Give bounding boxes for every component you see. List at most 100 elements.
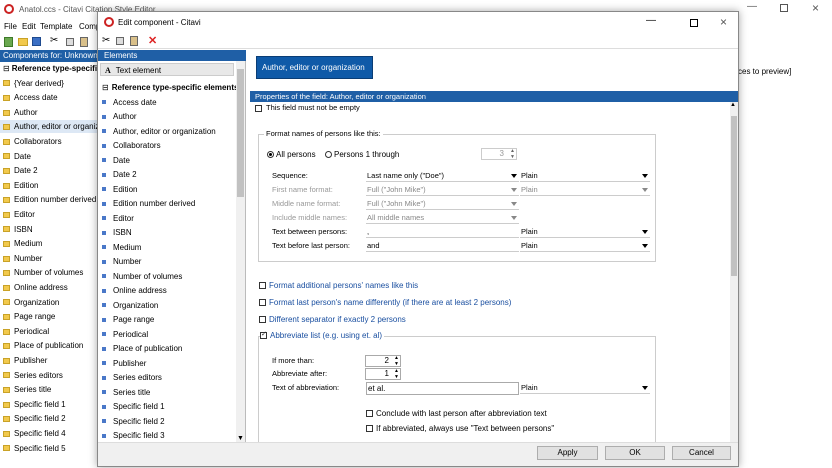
format-row-value-select[interactable]: Full ("John Mike") (366, 199, 519, 210)
copy-icon[interactable] (66, 38, 74, 46)
menu-file[interactable]: File (4, 22, 17, 31)
element-item[interactable]: Number of volumes (98, 270, 236, 283)
open-icon[interactable] (18, 38, 28, 46)
additional-persons-checkbox[interactable] (259, 282, 266, 290)
component-item[interactable]: Edition (0, 179, 100, 192)
component-item[interactable]: Online address (0, 281, 100, 294)
element-item[interactable]: Series editors (98, 371, 236, 384)
format-row-value-select[interactable]: and (366, 241, 519, 252)
element-item[interactable]: Specific field 3 (98, 429, 236, 442)
copy-icon[interactable] (116, 37, 124, 45)
dialog-close-button[interactable]: × (720, 15, 727, 29)
element-item[interactable]: ISBN (98, 226, 236, 239)
component-item[interactable]: Organization (0, 296, 100, 309)
abbrev-style-select[interactable]: Plain (520, 383, 650, 394)
new-icon[interactable] (4, 37, 13, 47)
scroll-thumb[interactable] (731, 116, 737, 276)
element-item[interactable]: Edition number derived (98, 197, 236, 210)
component-item[interactable]: Collaborators (0, 135, 100, 148)
cut-icon[interactable]: ✂ (102, 35, 110, 46)
format-row-value-select[interactable]: All middle names (366, 213, 519, 224)
element-text[interactable]: A Text element (100, 63, 234, 76)
element-item[interactable]: Editor (98, 212, 236, 225)
element-item[interactable]: Author (98, 110, 236, 123)
format-row-style-select[interactable]: Plain (520, 227, 650, 238)
cancel-button[interactable]: Cancel (672, 446, 731, 460)
component-item[interactable]: Editor (0, 208, 100, 221)
component-item[interactable]: {Year derived} (0, 77, 100, 90)
radio-all-persons[interactable] (267, 151, 274, 159)
element-item[interactable]: Access date (98, 96, 236, 109)
component-item[interactable]: Publisher (0, 354, 100, 367)
component-item[interactable]: Page range (0, 310, 100, 323)
component-item[interactable]: Specific field 4 (0, 427, 100, 440)
field-not-empty-checkbox[interactable] (255, 105, 262, 113)
element-item[interactable]: Series title (98, 386, 236, 399)
format-row-value-select[interactable]: , (366, 227, 519, 238)
cut-icon[interactable]: ✂ (50, 35, 58, 46)
component-item[interactable]: Author, editor or organization (0, 120, 100, 134)
format-row-style-select[interactable]: Plain (520, 185, 650, 196)
delete-icon[interactable]: ✕ (148, 34, 157, 47)
element-item[interactable]: Date 2 (98, 168, 236, 181)
component-item[interactable]: Series title (0, 383, 100, 396)
component-item[interactable]: Author (0, 106, 100, 119)
main-minimize-button[interactable]: — (742, 1, 762, 17)
element-item[interactable]: Medium (98, 241, 236, 254)
component-item[interactable]: Date (0, 150, 100, 163)
elements-group[interactable]: ⊟ Reference type-specific elements (98, 81, 236, 94)
apply-button[interactable]: Apply (537, 446, 598, 460)
element-item[interactable]: Specific field 1 (98, 400, 236, 413)
component-item[interactable]: Number of volumes (0, 266, 100, 279)
conclude-checkbox[interactable] (366, 410, 373, 418)
format-row-value-select[interactable]: Full ("John Mike") (366, 185, 519, 196)
radio-persons-through[interactable] (325, 151, 332, 159)
scroll-thumb[interactable] (237, 69, 244, 197)
elements-scrollbar[interactable]: ▼ (236, 61, 245, 449)
element-item[interactable]: Publisher (98, 357, 236, 370)
paste-icon[interactable] (80, 37, 88, 47)
ok-button[interactable]: OK (605, 446, 665, 460)
component-item[interactable]: Edition number derived (0, 193, 100, 206)
format-row-style-select[interactable]: Plain (520, 171, 650, 182)
last-person-checkbox[interactable] (259, 299, 266, 307)
format-row-value-select[interactable]: Last name only ("Doe") (366, 171, 519, 182)
component-item[interactable]: Series editors (0, 369, 100, 382)
component-item[interactable]: ISBN (0, 223, 100, 236)
element-item[interactable]: Author, editor or organization (98, 125, 236, 138)
persons-count-stepper[interactable]: 3 ▲ ▼ (481, 148, 517, 160)
separator-checkbox[interactable] (259, 316, 266, 324)
main-close-button[interactable]: × (812, 1, 819, 15)
component-item[interactable]: Date 2 (0, 164, 100, 177)
abbrev-after-stepper[interactable]: 1 ▲ ▼ (365, 368, 401, 380)
if-abbrev-checkbox[interactable] (366, 425, 373, 433)
component-item[interactable]: Place of publication (0, 339, 100, 352)
component-item[interactable]: Medium (0, 237, 100, 250)
menu-template[interactable]: Template (40, 22, 72, 31)
element-item[interactable]: Specific field 2 (98, 415, 236, 428)
element-item[interactable]: Organization (98, 299, 236, 312)
scroll-up-arrow[interactable]: ▲ (730, 102, 736, 108)
component-item[interactable]: Access date (0, 91, 100, 104)
abbreviate-checkbox[interactable]: ✓ (260, 331, 267, 340)
element-item[interactable]: Number (98, 255, 236, 268)
component-item[interactable]: Specific field 5 (0, 442, 100, 455)
dialog-minimize-button[interactable]: — (646, 15, 656, 26)
element-item[interactable]: Online address (98, 284, 236, 297)
component-item[interactable]: Specific field 2 (0, 412, 100, 425)
component-item[interactable]: Specific field 1 (0, 398, 100, 411)
element-item[interactable]: Edition (98, 183, 236, 196)
element-item[interactable]: Date (98, 154, 236, 167)
component-chip[interactable]: Author, editor or organization (256, 56, 373, 79)
main-maximize-button[interactable] (780, 4, 788, 12)
paste-icon[interactable] (130, 36, 138, 46)
scroll-down-arrow[interactable]: ▼ (237, 435, 244, 442)
if-more-stepper[interactable]: 2 ▲ ▼ (365, 355, 401, 367)
abbrev-text-input[interactable]: et al. (366, 382, 519, 395)
properties-scrollbar[interactable]: ▲ (730, 102, 738, 445)
components-group[interactable]: ⊟ Reference type-specific (0, 62, 100, 75)
element-item[interactable]: Collaborators (98, 139, 236, 152)
dialog-maximize-button[interactable] (690, 19, 698, 27)
element-item[interactable]: Page range (98, 313, 236, 326)
element-item[interactable]: Periodical (98, 328, 236, 341)
